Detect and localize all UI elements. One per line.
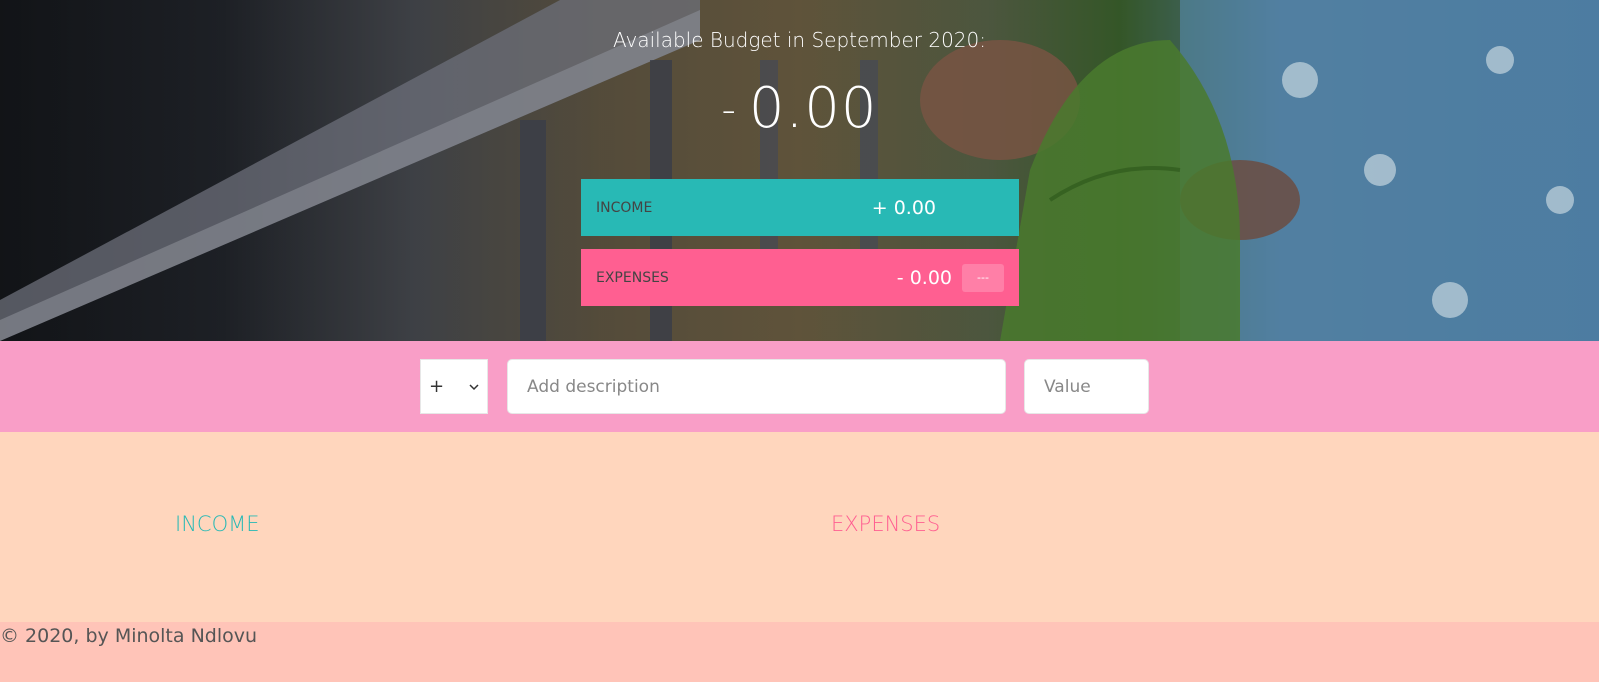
- income-summary-value: + 0.00: [871, 196, 936, 219]
- type-select-value: +: [429, 376, 445, 397]
- footer: © 2020, by Minolta Ndlovu: [0, 622, 1599, 682]
- budget-value-amount: 0.00: [748, 76, 878, 141]
- description-input[interactable]: [507, 359, 1006, 414]
- budget-header: Available Budget in September 2020: -0.0…: [0, 0, 1599, 341]
- type-select[interactable]: +: [420, 359, 488, 414]
- budget-title: Available Budget in September 2020:: [613, 28, 986, 52]
- value-input[interactable]: [1024, 359, 1149, 414]
- budget-value-sign: -: [721, 87, 737, 133]
- expenses-summary-value: - 0.00: [896, 266, 952, 289]
- expenses-summary: EXPENSES - 0.00 ---: [581, 249, 1019, 306]
- expenses-list-title: EXPENSES: [831, 512, 941, 536]
- income-list-title: INCOME: [175, 512, 260, 536]
- budget-value: -0.00: [0, 76, 1599, 141]
- add-entry-bar: +: [0, 341, 1599, 432]
- chevron-down-icon: [469, 383, 479, 390]
- expenses-summary-label: EXPENSES: [596, 269, 669, 286]
- lists-container: INCOME EXPENSES: [0, 432, 1599, 622]
- footer-text: © 2020, by Minolta Ndlovu: [0, 625, 258, 647]
- income-summary-label: INCOME: [596, 199, 653, 216]
- income-summary: INCOME + 0.00: [581, 179, 1019, 236]
- expenses-percentage-badge: ---: [962, 263, 1004, 292]
